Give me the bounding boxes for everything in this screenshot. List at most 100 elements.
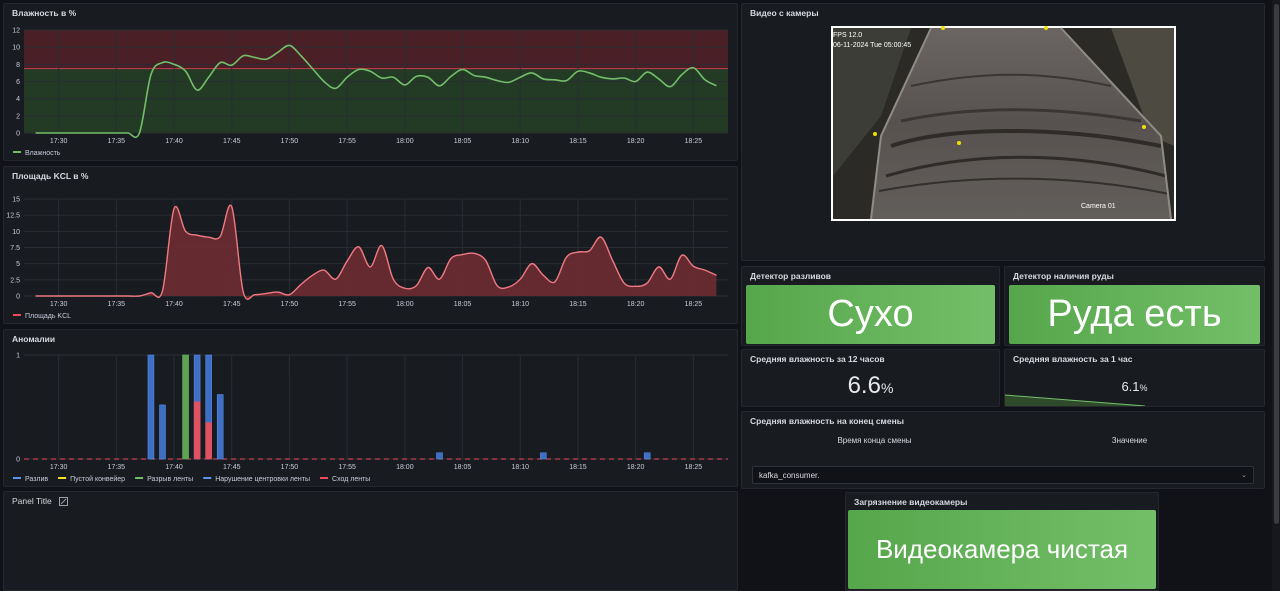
anomaly-bar	[205, 422, 212, 460]
panel-title: Видео с камеры	[750, 8, 819, 18]
avg-1h-panel: Средняя влажность за 1 час 6.1%	[1004, 349, 1265, 407]
y-tick-label: 10	[12, 45, 20, 52]
avg-1h-sparkline	[1005, 394, 1146, 406]
y-tick-label: 0	[16, 294, 20, 301]
panel-title: Детектор разливов	[750, 271, 832, 281]
x-tick-label: 17:35	[108, 138, 126, 145]
humidity-panel: Влажность в % 0 2 4 6 8 10 12 17:30 17:35 17:40 17…	[3, 3, 738, 161]
camera-dirt-panel: Загрязнение видеокамеры Видеокамера чист…	[845, 492, 1159, 591]
x-tick-label: 17:50	[281, 138, 299, 145]
x-tick-label: 18:25	[685, 301, 703, 308]
humidity-chart: 0 2 4 6 8 10 12 17:30 17:35 17:40 17:45 17:50 17:55 1…	[12, 28, 728, 157]
consumer-select-value: kafka_consumer.	[759, 471, 820, 480]
anomaly-bar	[182, 354, 189, 460]
x-tick-label: 17:45	[223, 301, 241, 308]
camera-panel: Видео с камеры FPS 12.0 06-11-2024 Tue 0…	[741, 3, 1265, 261]
x-tick-label: 17:50	[281, 464, 299, 471]
avg-12h-value: 6.6	[847, 372, 881, 399]
table-header-value[interactable]: Значение	[1007, 436, 1252, 445]
chevron-down-icon: ⌄	[1241, 472, 1247, 479]
panel-title: Panel Title	[12, 496, 52, 506]
kcl-series-area	[35, 205, 717, 300]
legend-label: Влажность	[25, 150, 61, 157]
x-tick-label: 17:35	[108, 301, 126, 308]
panel-title: Средняя влажность на конец смены	[750, 416, 904, 426]
y-tick-label: 2.5	[10, 277, 20, 284]
x-tick-label: 18:15	[569, 464, 587, 471]
untitled-panel: Panel Title	[3, 491, 738, 591]
avg-12h-stat: 6.6%	[742, 372, 999, 400]
x-tick-label: 18:15	[569, 301, 587, 308]
legend-swatch	[203, 477, 212, 479]
threshold-band-red	[24, 30, 728, 69]
ore-value: Руда есть	[1047, 293, 1222, 335]
x-tick-label: 18:25	[685, 138, 703, 145]
page-scrollbar[interactable]	[1272, 0, 1280, 591]
panel-title: Средняя влажность за 12 часов	[750, 354, 885, 364]
y-tick-label: 0	[16, 131, 20, 138]
shift-avg-panel: Средняя влажность на конец смены Время к…	[741, 411, 1265, 489]
y-tick-label: 2	[16, 113, 20, 120]
ore-status: Руда есть	[1009, 285, 1260, 344]
panel-title: Детектор наличия руды	[1013, 271, 1114, 281]
y-tick-label: 5	[16, 261, 20, 268]
x-tick-label: 18:05	[454, 138, 472, 145]
y-tick-label: 12.5	[6, 213, 20, 220]
x-tick-label: 17:30	[50, 138, 68, 145]
legend-label: Площадь KCL	[25, 313, 71, 320]
x-tick-label: 17:45	[223, 464, 241, 471]
legend-swatch	[58, 477, 67, 479]
y-tick-label: 4	[16, 96, 20, 103]
anomaly-bar	[216, 394, 224, 460]
x-tick-label: 17:45	[223, 138, 241, 145]
avg-12h-unit: %	[880, 380, 894, 396]
anomaly-bar	[540, 452, 547, 460]
spill-value: Сухо	[827, 293, 914, 335]
consumer-select[interactable]: kafka_consumer. ⌄	[752, 466, 1254, 484]
x-tick-label: 18:20	[627, 301, 645, 308]
x-tick-label: 18:10	[511, 301, 529, 308]
x-tick-label: 18:10	[511, 464, 529, 471]
legend-swatch	[320, 477, 329, 479]
y-tick-label: 6	[16, 79, 20, 86]
x-tick-label: 17:55	[338, 464, 356, 471]
anomaly-bar	[436, 452, 443, 460]
x-tick-label: 18:20	[627, 464, 645, 471]
legend-label: Пустой конвейер	[70, 475, 125, 483]
x-tick-label: 18:05	[454, 464, 472, 471]
camera-dirt-value: Видеокамера чистая	[875, 534, 1129, 564]
legend-label: Сход ленты	[332, 476, 370, 483]
x-tick-label: 18:25	[685, 464, 703, 471]
legend-swatch	[13, 314, 21, 316]
y-tick-label: 10	[12, 229, 20, 236]
legend-label: Разрыв ленты	[147, 476, 193, 483]
kcl-chart: 0 2.5 5 7.5 10 12.5 15 17:30 17:35 17:40 17:45 17:5…	[6, 197, 728, 320]
scrollbar-thumb[interactable]	[1274, 4, 1279, 524]
edit-icon[interactable]	[59, 497, 68, 506]
x-tick-label: 17:40	[165, 301, 183, 308]
x-tick-label: 17:40	[165, 464, 183, 471]
anomaly-bar	[159, 404, 166, 460]
x-tick-label: 18:05	[454, 301, 472, 308]
x-tick-label: 18:00	[396, 464, 414, 471]
y-tick-label: 0	[16, 457, 20, 464]
camera-video[interactable]: FPS 12.0 06-11-2024 Tue 05:00:45 Camera …	[831, 26, 1176, 221]
camera-osd-fps: FPS 12.0	[833, 32, 862, 39]
x-tick-label: 18:10	[511, 138, 529, 145]
x-tick-label: 18:00	[396, 138, 414, 145]
x-tick-label: 17:55	[338, 138, 356, 145]
anomaly-bar	[147, 354, 155, 460]
camera-osd-date: 06-11-2024 Tue 05:00:45	[833, 42, 911, 49]
legend-label: Нарушение центровки ленты	[215, 476, 310, 483]
y-tick-label: 15	[12, 197, 20, 204]
x-tick-label: 18:20	[627, 138, 645, 145]
legend-label: Разлив	[25, 476, 48, 483]
avg-12h-panel: Средняя влажность за 12 часов 6.6%	[741, 349, 1000, 407]
table-header-time[interactable]: Время конца смены	[742, 436, 1007, 445]
kcl-panel: Площадь KCL в % 0 2.5 5 7.5 10 12.5 15 17:30 17:…	[3, 166, 738, 324]
x-tick-label: 17:30	[50, 464, 68, 471]
spill-status: Сухо	[746, 285, 995, 344]
anomalies-chart: 0 1 17:30 17:35 17:40 17:45 17:50 17:55 18:00 18:…	[13, 353, 728, 483]
x-tick-label: 17:40	[165, 138, 183, 145]
x-tick-label: 17:55	[338, 301, 356, 308]
